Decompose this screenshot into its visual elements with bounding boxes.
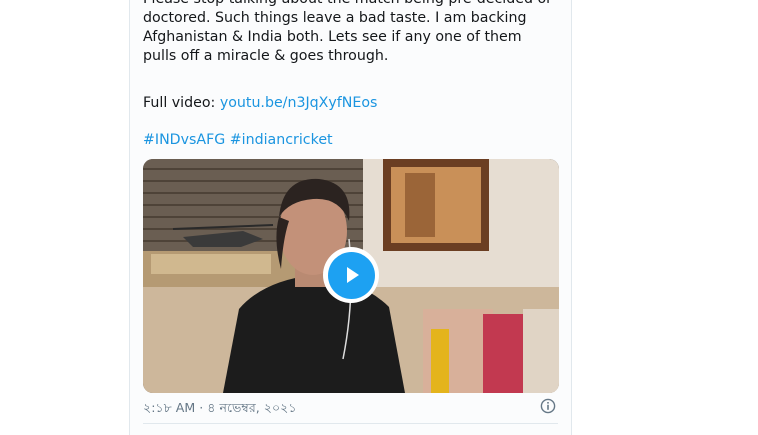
tweet-card: Please stop talking about the match bein… (129, 0, 572, 435)
tweet-text: Please stop talking about the match bein… (143, 0, 552, 64)
play-icon (327, 251, 375, 299)
video-player[interactable] (143, 159, 559, 393)
play-button[interactable] (323, 247, 379, 303)
divider (143, 423, 558, 424)
full-video-line: Full video: youtu.be/n3JqXyfNEos (143, 94, 377, 113)
tweet-timestamp[interactable]: ২:১৮ AM · ৪ নভেম্বর, ২০২১ (143, 400, 297, 420)
hashtag-indvsafg[interactable]: #INDvsAFG (143, 132, 225, 148)
info-icon[interactable] (540, 398, 556, 414)
hashtags-line: #INDvsAFG #indiancricket (143, 131, 333, 150)
hashtag-indiancricket[interactable]: #indiancricket (230, 132, 333, 148)
full-video-prefix: Full video: (143, 95, 220, 111)
full-video-link[interactable]: youtu.be/n3JqXyfNEos (220, 95, 378, 111)
